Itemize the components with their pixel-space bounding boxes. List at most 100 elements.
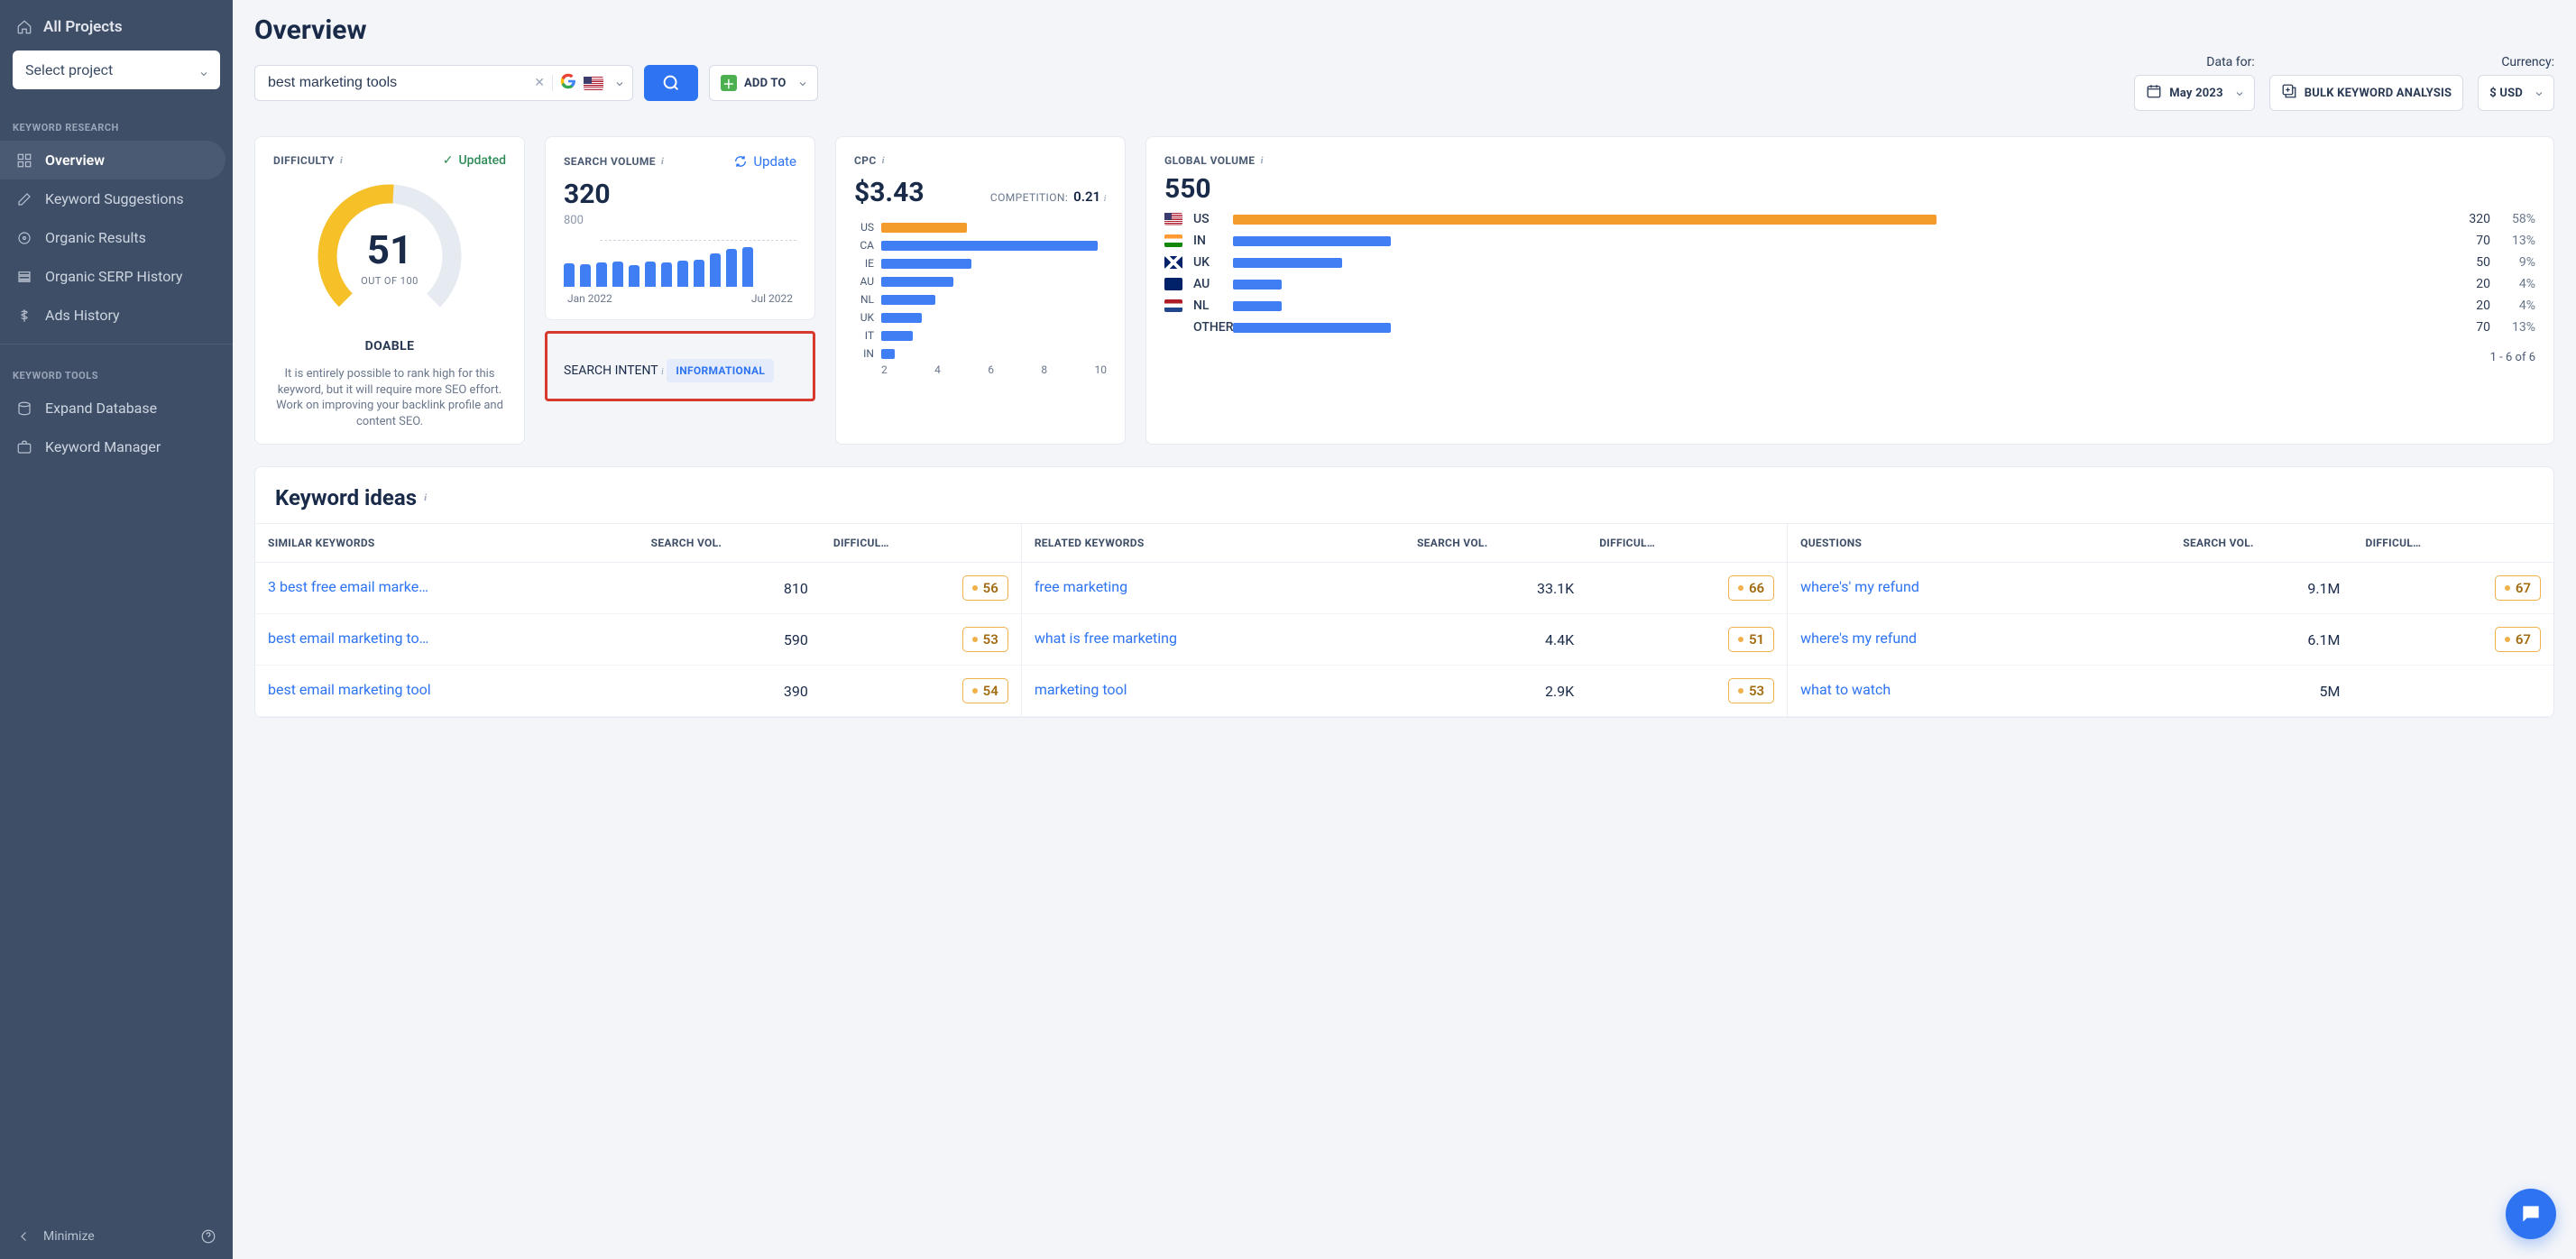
keyword-link[interactable]: what to watch (1800, 681, 1891, 698)
keyword-link[interactable]: marketing tool (1035, 681, 1127, 698)
flag-us-icon[interactable] (584, 77, 603, 90)
cpc-bar (881, 313, 922, 323)
cpc-row: CA (854, 239, 1107, 252)
country-code: AU (1193, 277, 1224, 291)
volume-bar (742, 247, 753, 287)
col-diff[interactable]: DIFFICUL… (2353, 524, 2554, 563)
info-icon[interactable]: i (1260, 155, 1263, 166)
keyword-link[interactable]: what is free marketing (1035, 630, 1177, 647)
keyword-link[interactable]: free marketing (1035, 578, 1127, 595)
vol-cell: 810 (639, 563, 821, 614)
volume-bar (677, 261, 688, 287)
gv-n: 50 (2454, 255, 2490, 270)
cpc-bar (881, 223, 967, 233)
cpc-card: CPC i $3.43 COMPETITION:0.21 i USCAIEAUN… (835, 136, 1126, 445)
cpc-row: UK (854, 311, 1107, 324)
sidebar-item-keyword-manager[interactable]: Keyword Manager (0, 427, 233, 466)
col-diff[interactable]: DIFFICUL… (821, 524, 1021, 563)
cpc-row: AU (854, 275, 1107, 288)
sidebar-item-label: Organic SERP History (45, 268, 182, 285)
chevron-down-icon (2234, 88, 2243, 97)
search-volume-card: SEARCH VOLUME i Update 320 800 Jan 2022 … (545, 136, 815, 320)
sidebar-item-label: Keyword Manager (45, 438, 161, 455)
volume-title: SEARCH VOLUME (564, 155, 656, 168)
sidebar-item-expand-db[interactable]: Expand Database (0, 389, 233, 427)
keyword-link[interactable]: best email marketing tool (268, 681, 431, 698)
country-code: IN (854, 347, 874, 360)
search-button[interactable] (644, 65, 698, 101)
info-icon[interactable]: i (882, 155, 885, 166)
sidebar: All Projects Select project KEYWORD RESE… (0, 0, 233, 1259)
gv-bar (1233, 301, 1282, 311)
cpc-bar (881, 259, 971, 269)
keyword-search-input[interactable] (268, 75, 527, 91)
keyword-link[interactable]: where's' my refund (1800, 578, 1919, 595)
col-similar[interactable]: SIMILAR KEYWORDS (255, 524, 639, 563)
gv-bar (1233, 258, 1342, 268)
col-vol[interactable]: SEARCH VOL. (1404, 524, 1587, 563)
difficulty-badge: 54 (962, 678, 1008, 703)
gv-pct: 4% (2499, 299, 2535, 313)
table-row: best email marketing to… 590 53 what is … (255, 614, 2553, 666)
gv-pct: 13% (2499, 234, 2535, 248)
vol-cell: 2.9K (1404, 666, 1587, 717)
cpc-row: IN (854, 347, 1107, 360)
pencil-icon (16, 191, 32, 207)
chevron-down-icon (2534, 88, 2543, 97)
volume-bar (710, 253, 721, 287)
main: Overview ✕ ＋ ADD TO (233, 0, 2576, 1259)
col-related[interactable]: RELATED KEYWORDS (1021, 524, 1404, 563)
update-button[interactable]: Update (733, 153, 796, 170)
sidebar-item-ads-history[interactable]: Ads History (0, 296, 233, 335)
minimize-label: Minimize (43, 1229, 95, 1244)
table-row: 3 best free email marke… 810 56 free mar… (255, 563, 2553, 614)
keyword-link[interactable]: 3 best free email marke… (268, 578, 428, 595)
plus-icon: ＋ (721, 75, 737, 91)
keyword-link[interactable]: where's my refund (1800, 630, 1917, 647)
chevron-down-icon[interactable] (614, 78, 623, 87)
sidebar-item-organic-results[interactable]: Organic Results (0, 218, 233, 257)
minimize-button[interactable]: Minimize (16, 1228, 95, 1245)
country-code: OTHER (1193, 320, 1224, 335)
project-select[interactable]: Select project (13, 51, 220, 89)
clear-icon[interactable]: ✕ (534, 76, 545, 90)
col-vol[interactable]: SEARCH VOL. (639, 524, 821, 563)
currency-select[interactable]: $ USD (2478, 75, 2554, 111)
volume-max: 800 (564, 214, 796, 227)
bulk-analysis-button[interactable]: BULK KEYWORD ANALYSIS (2269, 75, 2464, 111)
google-icon[interactable] (560, 73, 576, 93)
vol-cell: 390 (639, 666, 821, 717)
sidebar-item-serp-history[interactable]: Organic SERP History (0, 257, 233, 296)
col-diff[interactable]: DIFFICUL… (1587, 524, 1787, 563)
cpc-row: IT (854, 329, 1107, 342)
sidebar-item-suggestions[interactable]: Keyword Suggestions (0, 179, 233, 218)
difficulty-badge: 66 (1728, 575, 1774, 601)
col-questions[interactable]: QUESTIONS (1788, 524, 2171, 563)
add-to-button[interactable]: ＋ ADD TO (709, 65, 818, 101)
briefcase-icon (16, 439, 32, 455)
sidebar-item-overview[interactable]: Overview (0, 141, 225, 179)
sidebar-item-label: Organic Results (45, 229, 146, 246)
info-icon[interactable]: i (661, 156, 664, 167)
col-vol[interactable]: SEARCH VOL. (2170, 524, 2352, 563)
chat-fab[interactable] (2506, 1189, 2556, 1239)
difficulty-gauge: 51 OUT OF 100 (308, 175, 471, 337)
info-icon[interactable]: i (661, 366, 664, 377)
date-picker[interactable]: May 2023 (2134, 75, 2254, 111)
global-row: AU204% (1164, 277, 2535, 291)
country-code: NL (854, 293, 874, 306)
volume-bar (726, 249, 737, 287)
ideas-title: Keyword ideas (275, 485, 417, 510)
gv-bar (1233, 280, 1282, 289)
info-icon[interactable]: i (424, 492, 427, 503)
calendar-icon (2146, 83, 2162, 103)
country-code: CA (854, 239, 874, 252)
sidebar-item-label: Keyword Suggestions (45, 190, 184, 207)
all-projects-link[interactable]: All Projects (0, 13, 233, 51)
keyword-link[interactable]: best email marketing to… (268, 630, 428, 647)
data-for-label: Data for: (2134, 55, 2254, 69)
info-icon[interactable]: i (340, 155, 343, 166)
info-icon[interactable]: i (1104, 193, 1107, 204)
volume-bar (564, 263, 575, 287)
help-icon[interactable] (200, 1228, 216, 1245)
